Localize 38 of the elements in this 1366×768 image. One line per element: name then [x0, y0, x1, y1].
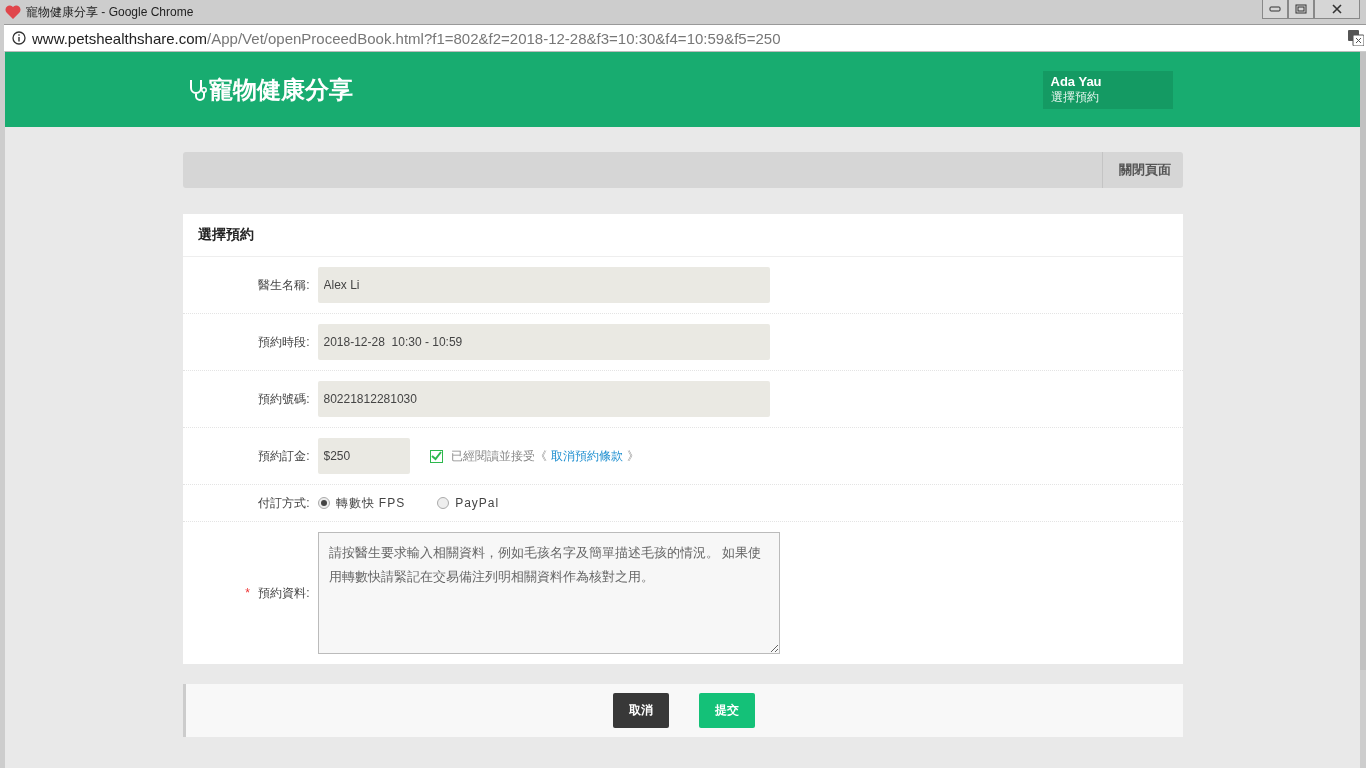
user-panel[interactable]: Ada Yau 選擇預約: [1042, 70, 1173, 109]
radio-label[interactable]: 轉數快 FPS: [335, 494, 406, 512]
info-icon[interactable]: [12, 31, 26, 45]
scrollbar[interactable]: [1360, 52, 1366, 670]
field-label: 付訂方式:: [258, 495, 310, 510]
input-field[interactable]: 2018-12-28 10:30 - 10:59: [317, 324, 770, 360]
cancel-button[interactable]: 取消: [613, 693, 669, 728]
maximize-icon: [1295, 4, 1307, 14]
current-page: 選擇預約: [1050, 88, 1100, 106]
close-page-button[interactable]: 關閉頁面: [1101, 152, 1183, 188]
field-label: 預約號碼:: [258, 391, 310, 406]
heart-icon: [5, 5, 21, 19]
agreement-text: 已經閱讀並接受《: [450, 447, 547, 465]
agreement-suffix: 》: [626, 447, 639, 465]
radio-button[interactable]: [437, 497, 450, 509]
stethoscope-icon: [187, 77, 208, 102]
agree-checkbox[interactable]: [429, 449, 443, 463]
field-label: 醫生名稱:: [258, 277, 310, 292]
window-title: 寵物健康分享 - Google Chrome: [26, 3, 194, 21]
close-icon: [1331, 4, 1343, 14]
input-field[interactable]: 80221812281030: [317, 381, 770, 417]
user-name: Ada Yau: [1050, 73, 1103, 89]
field-label: 預約時段:: [258, 334, 310, 349]
radio-label[interactable]: PayPal: [455, 496, 500, 510]
deposit-field[interactable]: $250: [317, 438, 410, 474]
minimize-button[interactable]: [1262, 0, 1288, 19]
input-field[interactable]: Alex Li: [317, 267, 770, 303]
translate-icon[interactable]: [1348, 30, 1364, 46]
field-label: 預約資料:: [258, 585, 310, 600]
minimize-icon: [1269, 6, 1281, 12]
text-area[interactable]: 請按醫生要求輸入相關資料，例如毛孩名字及簡單描述毛孩的情況。 如果使用轉數快請緊記在交易備注列明相關資料作為核對之用。: [317, 532, 780, 654]
field-label: 預約訂金:: [258, 448, 310, 463]
terms-link[interactable]: 取消預約條款: [550, 447, 623, 465]
maximize-button[interactable]: [1288, 0, 1314, 19]
radio-button[interactable]: [317, 497, 330, 509]
close-button[interactable]: [1314, 0, 1360, 19]
form-title: 選擇預約: [182, 214, 1183, 257]
required-asterisk: *: [245, 585, 250, 600]
